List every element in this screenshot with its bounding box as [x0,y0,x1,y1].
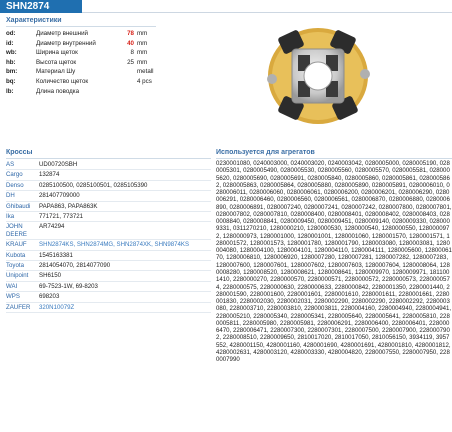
cross-brand: KRAUF [6,241,27,249]
char-value: 40 [127,39,134,47]
characteristics-title: Характеристики [6,17,62,24]
char-unit: mm [137,39,148,47]
characteristics-table: od: Диаметр внешний 78 mm id: Диаметр вн… [6,29,216,96]
cross-brand: Kubota [6,251,26,259]
cross-row: ZAUFER 320N10079Z [6,303,211,314]
char-value: 78 [127,30,134,37]
cross-brand: Denso [6,181,24,189]
char-code: lb: [6,87,14,95]
cross-brand: Unipoint [6,272,29,280]
cross-brand: ZAUFER [6,303,31,311]
char-row-bm: bm: Материал Шу metall [6,67,216,77]
char-code: hb: [6,58,16,66]
crosses-divider [6,158,211,159]
cross-numbers: SH6150 [39,272,62,280]
header-divider [82,12,452,13]
char-label: Количество щеток [36,77,89,85]
applications-title: Используется для агрегатов [216,149,315,156]
char-value: 25 [127,58,134,66]
cross-row: Cargo 132874 [6,170,211,181]
crosses-table: AS UD00720SBH Cargo 132874 Denso 0285100500… [6,160,211,314]
char-label: Высота щеток [36,58,77,66]
cross-numbers: UD00720SBH [39,161,78,168]
char-unit: mm [137,58,148,66]
char-value: 8 [130,49,134,57]
cross-brand: WAI [6,282,18,290]
char-row-lb: lb: Длина поводка [6,87,216,97]
char-unit: metall [137,68,154,76]
char-code: od: [6,30,16,37]
char-unit: mm [137,30,148,37]
cross-row: Unipoint SH6150 [6,271,211,282]
cross-numbers-link[interactable]: SHN2874KS, SHN2874MG, SHN2874XK, SHN9874… [39,241,211,248]
cross-numbers: 1545163381 [39,251,73,259]
char-label: Материал Шу [36,68,76,76]
part-number-tab: SHN2874 [0,0,82,13]
char-row-id: id: Диаметр внутренний 40 mm [6,39,216,49]
cross-row: AS UD00720SBH [6,160,211,171]
cross-brand: Ghibaudi [6,202,31,210]
cross-row: Kubota 1545163381 [6,251,211,262]
cross-row: KRAUF SHN2874KS, SHN2874MG, SHN2874XK, SH… [6,240,211,251]
cross-row: Ghibaudi PAPA863, PAPA863K [6,202,211,213]
cross-row: WPS 698203 [6,292,211,303]
char-unit: mm [137,49,148,57]
char-row-wb: wb: Ширина щеток 8 mm [6,48,216,58]
characteristics-divider [6,26,156,27]
char-code: wb: [6,49,17,57]
char-code: id: [6,39,14,47]
cross-brand: DH [6,192,15,200]
cross-row: WAI 69-7523-1W, 69-8203 [6,282,211,293]
char-label: Ширина щеток [36,49,78,57]
applications-divider [216,158,452,159]
crosses-title: Кроссы [6,149,33,156]
cross-row: JOHN DEERE AR74294 [6,222,211,241]
char-label: Диаметр внутренний [36,39,96,47]
cross-brand: Toyota [6,262,24,270]
cross-brand: JOHN DEERE [6,223,27,238]
cross-numbers: 281407709000 [39,192,80,200]
cross-row: Toyota 2814054070, 2814077090 [6,261,211,272]
char-row-od: od: Диаметр внешний 78 mm [6,29,216,39]
cross-numbers: 698203 [39,293,60,301]
cross-row: Denso 0285100500, 0285100501, 0285105390 [6,181,211,192]
cross-brand: WPS [6,293,20,301]
cross-row: Ika 771721, 773721 [6,212,211,223]
cross-numbers: 0285100500, 0285100501, 0285105390 [39,181,148,189]
char-code: bm: [6,68,18,76]
char-label: Диаметр внешний [36,30,89,37]
cross-brand: Cargo [6,171,23,179]
cross-numbers-link[interactable]: 320N10079Z [39,304,211,311]
cross-numbers: PAPA863, PAPA863K [39,202,98,210]
cross-brand: AS [6,161,15,168]
char-code: bq: [6,77,16,85]
char-row-bq: bq: Количество щеток 4 pcs [6,77,216,87]
char-label: Длина поводка [36,87,80,95]
cross-numbers: 771721, 773721 [39,213,84,221]
cross-numbers: 69-7523-1W, 69-8203 [39,282,98,290]
applications-list: 0230001080, 0240003000, 0240003020, 0240… [216,160,452,364]
cross-numbers: AR74294 [39,223,65,231]
cross-brand: Ika [6,213,15,221]
cross-numbers: 2814054070, 2814077090 [39,262,111,270]
cross-row: DH 281407709000 [6,191,211,202]
cross-numbers: 132874 [39,171,60,179]
char-row-hb: hb: Высота щеток 25 mm [6,58,216,68]
char-unit: 4 pcs [137,77,152,85]
brush-holder-photo [267,28,370,124]
